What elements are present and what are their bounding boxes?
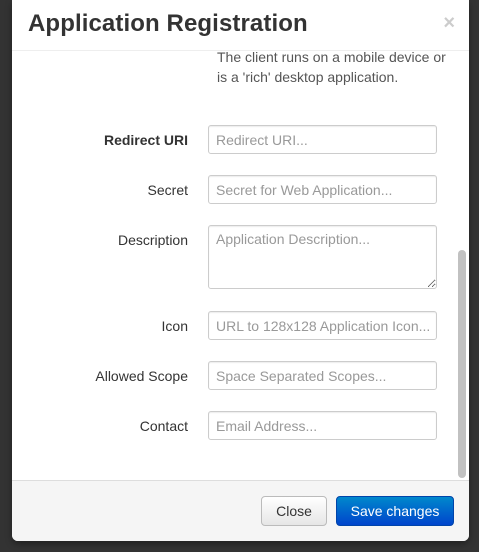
close-button[interactable]: Close <box>261 496 327 526</box>
description-label: Description <box>117 232 188 248</box>
close-icon[interactable]: × <box>443 13 455 33</box>
description-textarea[interactable] <box>208 225 437 289</box>
redirect-uri-label: Redirect URI <box>103 132 188 148</box>
allowed-scope-label: Allowed Scope <box>95 368 188 384</box>
modal-body[interactable]: The client runs on a mobile device or is… <box>12 51 469 480</box>
redirect-uri-input[interactable] <box>208 125 437 154</box>
modal-footer: Close Save changes <box>12 480 469 541</box>
modal-header: Application Registration × <box>12 0 469 51</box>
scrollbar-thumb[interactable] <box>458 250 466 478</box>
contact-row: Contact <box>12 411 452 443</box>
client-type-help-text: The client runs on a mobile device or is… <box>217 51 446 85</box>
icon-url-input[interactable] <box>208 311 437 340</box>
contact-label: Contact <box>139 418 188 434</box>
allowed-scope-input[interactable] <box>208 361 437 390</box>
icon-label: Icon <box>161 318 188 334</box>
modal-title: Application Registration <box>28 10 308 37</box>
application-registration-dialog: Application Registration × The client ru… <box>12 0 469 541</box>
description-row: Description <box>12 225 452 291</box>
allowed-scope-row: Allowed Scope <box>12 361 452 393</box>
save-changes-button[interactable]: Save changes <box>336 496 454 526</box>
body-scrollbar[interactable] <box>458 52 467 478</box>
contact-email-input[interactable] <box>208 411 437 440</box>
redirect-uri-row: Redirect URI <box>12 125 452 157</box>
secret-row: Secret <box>12 175 452 207</box>
icon-row: Icon <box>12 311 452 343</box>
secret-label: Secret <box>147 182 188 198</box>
secret-input[interactable] <box>208 175 437 204</box>
